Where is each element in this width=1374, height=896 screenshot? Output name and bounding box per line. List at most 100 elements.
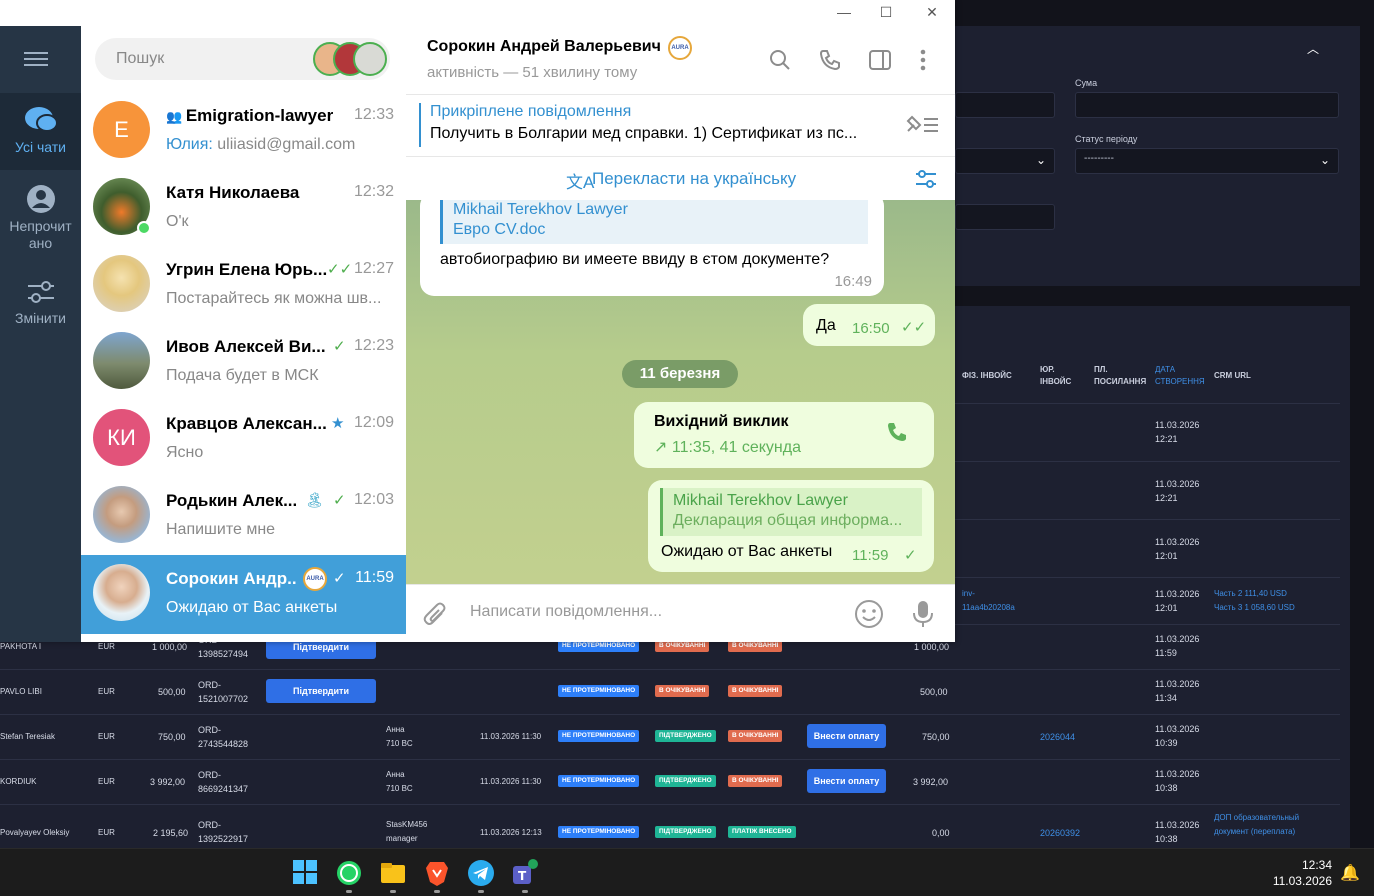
folder-all-chats[interactable]: Усі чати (0, 93, 81, 170)
attach-icon[interactable] (422, 601, 448, 634)
avatar (93, 486, 150, 543)
col-header-legal-invoice: ЮР. ІНВОЙС (1040, 365, 1072, 386)
chat-preview: Ожидаю от Вас анкеты (166, 599, 338, 616)
filter-panel: ︿ Сума Статус періоду ⌄ --------- ⌄ (955, 26, 1360, 286)
col-header-crm-url: CRM URL (1214, 371, 1251, 380)
call-title: Вихідний виклик (654, 413, 789, 430)
chat-item[interactable]: Родькин Алек... 🏝 ✓ 12:03 Напишите мне (81, 477, 406, 554)
notification-bell-icon[interactable]: 🔔 (1340, 863, 1360, 883)
minimize-icon[interactable]: — (822, 0, 866, 24)
pinned-message-bar[interactable]: Прикріплене повідомлення Получить в Болг… (406, 94, 955, 156)
legal-invoice-link[interactable]: 20260392 (1040, 826, 1080, 840)
chat-header[interactable]: Сорокин Андрей Валерьевич AURA активніст… (406, 26, 955, 94)
call-detail: ↗ 11:35, 41 секунда (654, 439, 801, 456)
teams-icon[interactable]: T (510, 858, 540, 893)
sum-field[interactable] (1075, 92, 1339, 118)
sidebar-toggle-icon[interactable] (868, 48, 892, 77)
stories-avatars[interactable] (313, 42, 387, 76)
filter-select-left[interactable]: ⌄ (955, 148, 1055, 174)
outgoing-message[interactable]: Mikhail Terekhov Lawyer Декларация общая… (648, 480, 934, 572)
order-id: ORD- 1392522917 (198, 820, 249, 844)
created-date: 11.03.2026 11:34 (1155, 679, 1200, 703)
menu-icon[interactable] (24, 50, 48, 68)
search-icon[interactable] (768, 48, 792, 77)
chat-name: 👥 Emigration-lawyer (166, 106, 334, 125)
chat-time: 12:33 (353, 106, 394, 123)
legal-invoice-link[interactable]: 2026044 (1040, 730, 1075, 744)
emoji-icon[interactable] (854, 599, 884, 634)
confirm-button[interactable]: Підтвердити (266, 679, 376, 703)
search-input[interactable]: Пошук (95, 38, 390, 80)
reply-quote[interactable]: Mikhail Terekhov Lawyer Евро CV.doc (440, 200, 868, 244)
chat-name: Сорокин Андр... (166, 569, 296, 588)
chat-item[interactable]: КИ Кравцов Алексан... ★ 12:09 Ясно (81, 400, 406, 477)
chat-item[interactable]: Угрин Елена Юрь... ✓✓ 12:27 Постарайтесь… (81, 246, 406, 323)
total: 1 000,00 (914, 642, 950, 652)
amount: 750,00 (158, 732, 186, 742)
pinned-list-icon[interactable] (906, 113, 940, 140)
chat-preview: Юлия: uliiasid@gmail.com (166, 136, 356, 153)
currency: EUR (98, 642, 115, 651)
phone-icon[interactable] (818, 48, 842, 77)
reply-text: Евро CV.doc (453, 221, 546, 238)
maximize-icon[interactable]: ☐ (864, 0, 908, 24)
brave-browser-icon[interactable] (422, 858, 452, 893)
island-emoji-icon: 🏝 (305, 492, 325, 509)
chat-item[interactable]: Ивов Алексей Ви... ✓ 12:23 Подача будет … (81, 323, 406, 400)
filter-field-left-1[interactable] (955, 92, 1055, 118)
reply-quote[interactable]: Mikhail Terekhov Lawyer Декларация общая… (660, 488, 922, 536)
total: 0,00 (932, 828, 950, 838)
close-icon[interactable]: ✕ (910, 0, 954, 24)
crm-url-link[interactable]: ДОП образовательный документ (переплата) (1214, 811, 1299, 839)
phys-invoice-link[interactable]: inv- 11aa4b20208a (962, 587, 1015, 615)
status-badge: НЕ ПРОТЕРМІНОВАНО (558, 775, 640, 787)
telegram-icon[interactable] (466, 858, 496, 893)
period-status-value: --------- (1084, 153, 1114, 164)
translate-bar[interactable]: 文A Перекласти на українську (406, 156, 955, 200)
more-options-icon[interactable] (919, 48, 927, 77)
filter-field-left-3[interactable] (955, 204, 1055, 230)
folder-unread[interactable]: Непрочит ано (0, 180, 81, 260)
created-at: 11.03.2026 11:30 (480, 732, 542, 741)
reply-author: Mikhail Terekhov Lawyer (453, 201, 628, 218)
pay-button[interactable]: Внести оплату (807, 724, 886, 748)
chat-preview: Напишите мне (166, 521, 276, 538)
collapse-chevron-icon[interactable]: ︿ (1307, 40, 1319, 57)
chat-time: 12:32 (353, 183, 394, 200)
chat-time: 12:03 (353, 491, 394, 508)
file-explorer-icon[interactable] (378, 858, 408, 893)
total: 750,00 (922, 732, 950, 742)
aura-badge-icon: AURA (668, 36, 692, 60)
system-clock[interactable]: 12:34 11.03.2026 (1273, 857, 1332, 889)
crm-url-link[interactable]: Часть 2 111,40 USD Часть 3 1 058,60 USD (1214, 587, 1295, 615)
client-name: PAKHOTA I (0, 642, 42, 651)
chat-item[interactable]: Катя Николаева 12:32 О'к (81, 169, 406, 246)
col-header-created-date[interactable]: ДАТА СТВОРЕННЯ (1155, 364, 1211, 388)
title-bar: — ☐ ✕ (0, 0, 955, 26)
status-badge: ПІДТВЕРДЖЕНО (655, 826, 716, 838)
avatar: КИ (93, 409, 150, 466)
translate-settings-icon[interactable] (914, 167, 938, 196)
incoming-message[interactable]: Mikhail Terekhov Lawyer Евро CV.doc авто… (420, 200, 884, 296)
double-check-icon: ✓✓ (327, 261, 353, 278)
status-badge: НЕ ПРОТЕРМІНОВАНО (558, 685, 640, 697)
chat-item[interactable]: E 👥 Emigration-lawyer 12:33 Юлия: uliias… (81, 92, 406, 169)
col-header-payment-link: ПЛ. ПОСИЛАННЯ (1094, 365, 1147, 386)
whatsapp-icon[interactable] (334, 858, 364, 893)
start-windows-icon[interactable] (291, 858, 321, 888)
chat-item-selected[interactable]: Сорокин Андр... AURA ✓ 11:59 Ожидаю от В… (81, 555, 406, 634)
call-message[interactable]: Вихідний виклик ↗ 11:35, 41 секунда (634, 402, 934, 468)
status-badge: ПІДТВЕРДЖЕНО (655, 775, 716, 787)
currency: EUR (98, 828, 115, 837)
folder-edit[interactable]: Змінити (0, 278, 81, 338)
phone-icon[interactable] (884, 420, 910, 452)
pay-button[interactable]: Внести оплату (807, 769, 886, 793)
clock-date: 11.03.2026 (1272, 874, 1332, 888)
period-status-select[interactable]: --------- ⌄ (1075, 148, 1339, 174)
outgoing-message[interactable]: Да 16:50 ✓✓ (803, 304, 935, 346)
created-date: 11.03.2026 10:38 (1155, 769, 1200, 793)
message-time: 16:50 (852, 320, 890, 337)
pinned-title: Прикріплене повідомлення (430, 103, 632, 120)
message-input[interactable]: Написати повідомлення... (470, 603, 830, 625)
microphone-icon[interactable] (912, 599, 934, 634)
